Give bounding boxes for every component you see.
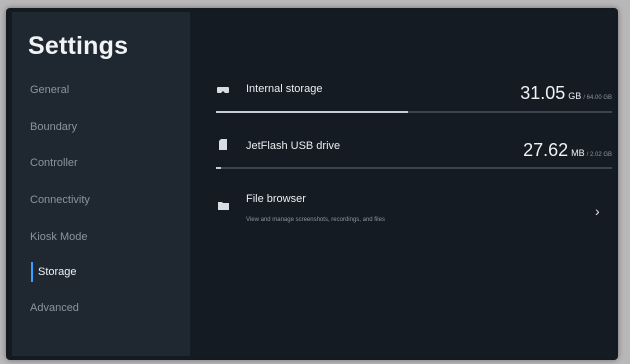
internal-storage-label: Internal storage	[246, 83, 323, 95]
internal-storage-usage: 31.05 GB/ 64.00 GB	[520, 83, 612, 104]
page-title: Settings	[28, 32, 129, 60]
usb-drive-total: / 2.02 GB	[586, 152, 612, 158]
internal-storage-bar	[216, 111, 612, 113]
file-browser-description: View and manage screenshots, recordings,…	[246, 217, 385, 223]
file-browser-label: File browser	[246, 193, 306, 205]
usb-drive-label: JetFlash USB drive	[246, 140, 341, 152]
usb-drive-icon	[219, 139, 227, 150]
sidebar-item-kiosk-mode[interactable]: Kiosk Mode	[30, 227, 87, 247]
usb-drive-bar	[216, 167, 612, 169]
usb-drive-used: 27.62	[523, 140, 569, 160]
storage-panel	[190, 12, 614, 356]
sidebar-item-storage[interactable]: Storage	[38, 262, 77, 282]
internal-storage-total: / 64.00 GB	[583, 95, 612, 101]
folder-icon	[218, 202, 229, 210]
sidebar-item-connectivity[interactable]: Connectivity	[30, 190, 90, 210]
chevron-right-icon[interactable]: ›	[595, 203, 600, 219]
sidebar-item-advanced[interactable]: Advanced	[30, 298, 79, 318]
sidebar-item-controller[interactable]: Controller	[30, 153, 78, 173]
usb-drive-usage: 27.62 MB/ 2.02 GB	[523, 140, 612, 161]
usb-drive-bar-fill	[216, 167, 222, 169]
internal-storage-bar-fill	[216, 111, 409, 113]
sidebar-item-boundary[interactable]: Boundary	[30, 117, 77, 137]
active-item-indicator	[31, 262, 33, 282]
vr-headset-icon	[217, 87, 229, 93]
usb-drive-unit: MB	[571, 148, 585, 158]
internal-storage-used: 31.05	[520, 83, 566, 103]
sidebar-item-general[interactable]: General	[30, 80, 69, 100]
internal-storage-unit: GB	[568, 91, 582, 101]
